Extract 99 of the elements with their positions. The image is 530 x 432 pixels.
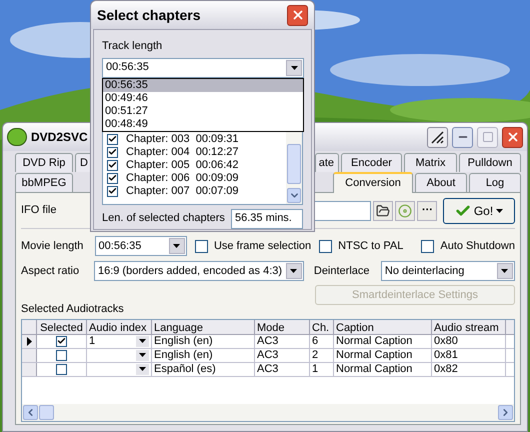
ifo-file-field[interactable] (313, 200, 372, 220)
column-header[interactable]: Caption (334, 320, 432, 334)
app-icon (7, 128, 27, 146)
option-label: NTSC to PAL (338, 238, 404, 254)
dropdown-caret-icon (290, 66, 298, 70)
column-header[interactable]: Mode (255, 320, 310, 334)
checkbox[interactable] (194, 240, 208, 252)
aspect-ratio-label: Aspect ratio (21, 264, 80, 279)
scroll-right-button[interactable] (498, 405, 513, 420)
table-cell-text: 0x81 (434, 348, 458, 363)
column-header[interactable]: Selected (37, 320, 87, 334)
table-cell-text: Normal Caption (336, 334, 412, 349)
tab[interactable]: Pulldown (459, 153, 521, 172)
checkbox[interactable] (107, 134, 118, 144)
scroll-left-button[interactable] (23, 405, 38, 420)
table-cell-text: Normal Caption (336, 362, 412, 377)
column-header[interactable]: Audio index (87, 320, 152, 334)
pin-button[interactable] (427, 126, 448, 148)
table-cell-text: English (en) (154, 334, 213, 349)
table-cell-text: 0x80 (434, 334, 458, 349)
window-title: DVD2SVC (31, 129, 88, 146)
dropdown-caret-icon (173, 244, 180, 248)
dropdown-button[interactable] (168, 238, 185, 254)
current-row-icon (26, 336, 32, 346)
dropdown-button[interactable] (136, 350, 149, 360)
table-cell-text: AC3 (257, 348, 278, 363)
dropdown-field[interactable]: 16:9 (borders added, encoded as 4:3) (94, 261, 304, 281)
tab[interactable]: About (415, 173, 467, 192)
close-icon (506, 130, 520, 144)
scroll-thumb[interactable] (39, 405, 54, 420)
dropdown-field[interactable]: No deinterlacing (380, 261, 515, 281)
dialog-title: Select chapters (97, 6, 202, 25)
checkbox[interactable] (319, 240, 332, 252)
deinterlace-label: Deinterlace (314, 264, 371, 279)
caret-icon (496, 208, 504, 212)
tab[interactable]: bbMPEG (15, 173, 73, 192)
close-icon (290, 8, 304, 22)
diagonal-lines-icon (431, 130, 444, 144)
dropdown-field[interactable]: 00:56:35 (94, 236, 187, 256)
table-cell-text: Español (es) (154, 362, 216, 377)
table-cell-text: Normal Caption (336, 348, 412, 363)
table-cell-text: 0x82 (434, 362, 458, 377)
close-button[interactable] (287, 4, 308, 26)
checkbox[interactable] (107, 160, 118, 170)
tab[interactable]: Conversion (333, 172, 413, 193)
table-cell-text: AC3 (257, 362, 278, 377)
table-cell-text: 1 (312, 362, 318, 377)
scroll-thumb[interactable] (287, 144, 301, 184)
checkbox[interactable] (107, 172, 118, 184)
dropdown-field[interactable]: 00:56:35 (102, 58, 304, 78)
disc-icon (398, 204, 412, 218)
column-header[interactable]: Ch. (310, 320, 334, 334)
table-cell-text: AC3 (257, 334, 278, 349)
column-header[interactable]: Language (152, 320, 255, 334)
dropdown-caret-icon (139, 367, 146, 371)
checkbox[interactable] (107, 146, 118, 158)
checkbox[interactable] (107, 186, 118, 196)
tab[interactable]: DVD Rip (15, 153, 73, 172)
movie-length-label: Movie length (21, 238, 84, 254)
table-cell-text: 1 (89, 334, 96, 349)
table-cell-text: English (en) (154, 348, 213, 363)
close-button[interactable] (502, 126, 523, 148)
table-cell-text: 2 (312, 348, 318, 363)
tab[interactable]: ate (315, 153, 339, 172)
track-length-label: Track length (102, 39, 164, 54)
dropdown-button[interactable] (136, 364, 149, 374)
dropdown-option[interactable]: 00:49:46 (103, 92, 303, 104)
option-label: Use frame selection (214, 238, 312, 254)
dropdown-button[interactable] (286, 60, 302, 76)
go-button[interactable]: Go! (443, 198, 515, 224)
audiotracks-title: Selected Audiotracks (21, 302, 125, 317)
tab[interactable]: Log (469, 173, 521, 192)
dropdown-option[interactable]: 00:56:35 (103, 78, 303, 92)
tab[interactable]: Matrix (404, 153, 457, 172)
dropdown-caret-icon (501, 269, 508, 273)
column-header[interactable]: Audio stream (432, 320, 506, 334)
check-icon (454, 202, 471, 218)
selected-length-field: 56.35 mins. (231, 208, 303, 228)
ifo-file-label: IFO file (21, 203, 56, 218)
table-cell-text: 6 (312, 334, 318, 349)
checkbox[interactable] (56, 364, 67, 374)
selected-length-label: Len. of selected chapters (102, 211, 226, 226)
checkbox[interactable] (421, 240, 434, 252)
tab[interactable]: Encoder (341, 153, 402, 172)
scroll-down-button[interactable] (287, 188, 301, 202)
checkbox[interactable] (56, 336, 67, 346)
dropdown-button[interactable] (496, 263, 513, 279)
option-label: Auto Shutdown (440, 238, 515, 254)
folder-icon (376, 204, 390, 218)
dropdown-caret-icon (139, 339, 146, 343)
open-folder-button[interactable] (373, 200, 394, 220)
dropdown-button[interactable] (286, 263, 302, 279)
horizontal-scrollbar[interactable] (22, 404, 514, 421)
browse-button[interactable]: ··· (417, 200, 438, 220)
dropdown-caret-icon (139, 353, 146, 357)
dropdown-button[interactable] (136, 336, 149, 346)
dropdown-caret-icon (290, 269, 298, 273)
checkbox[interactable] (56, 350, 67, 360)
maximize-icon (482, 131, 494, 143)
